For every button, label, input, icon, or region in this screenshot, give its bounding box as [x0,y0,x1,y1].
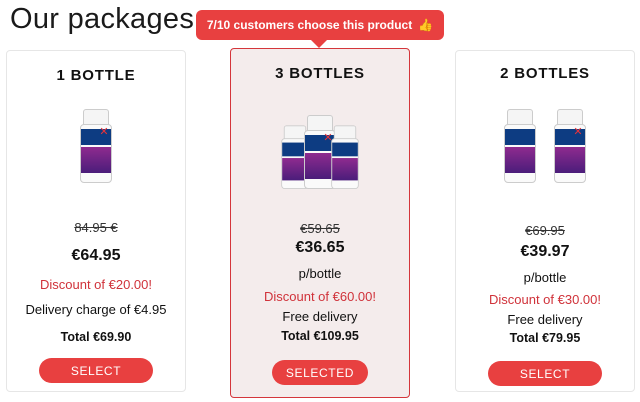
discount-text: Discount of €30.00! [488,292,602,307]
product-image: ✕ [231,115,409,189]
page-title: Our packages [10,3,195,35]
per-bottle-label: p/bottle [298,266,342,281]
package-title: 1 BOTTLE [56,67,136,84]
package-card-1-bottle[interactable]: 1 BOTTLE ✕ 84.95 € €64.95 Discount of €2… [6,50,186,392]
select-button[interactable]: SELECT [488,361,602,386]
total-price: Total €69.90 [60,330,132,344]
ribbon-text: 7/10 customers choose this product [206,18,413,32]
bottle-icon [504,109,536,183]
price: €64.95 [71,247,121,264]
bottle-icon [331,125,359,189]
per-bottle-label: p/bottle [523,270,567,285]
total-price: Total €79.95 [509,331,581,345]
price: €39.97 [520,243,570,260]
old-price: 84.95 € [74,220,118,235]
product-image: ✕ [7,109,185,183]
package-title: 3 BOTTLES [275,65,365,82]
old-price: €69.95 [525,223,565,238]
old-price: €59.65 [300,221,340,236]
package-card-3-bottles[interactable]: 3 BOTTLES ✕ €59.65 €36.65 p/bottle Disco… [230,48,410,398]
select-button[interactable]: SELECT [39,358,153,383]
package-title: 2 BOTTLES [500,65,590,82]
bottle-icon: ✕ [554,109,586,183]
discount-text: Discount of €60.00! [263,289,377,304]
thumbs-up-icon: 👍 [418,18,434,32]
price: €36.65 [295,239,345,256]
delivery-text: Free delivery [507,312,583,327]
popular-ribbon: 7/10 customers choose this product 👍 [196,10,444,48]
discount-text: Discount of €20.00! [39,277,153,292]
delivery-text: Delivery charge of €4.95 [25,302,167,317]
delivery-text: Free delivery [282,309,358,324]
package-card-2-bottles[interactable]: 2 BOTTLES ✕ €69.95 €39.97 p/bottle Disco… [455,50,635,392]
selected-button[interactable]: SELECTED [272,360,368,385]
product-image: ✕ [456,109,634,183]
bottle-icon: ✕ [80,109,112,183]
total-price: Total €109.95 [281,329,359,343]
